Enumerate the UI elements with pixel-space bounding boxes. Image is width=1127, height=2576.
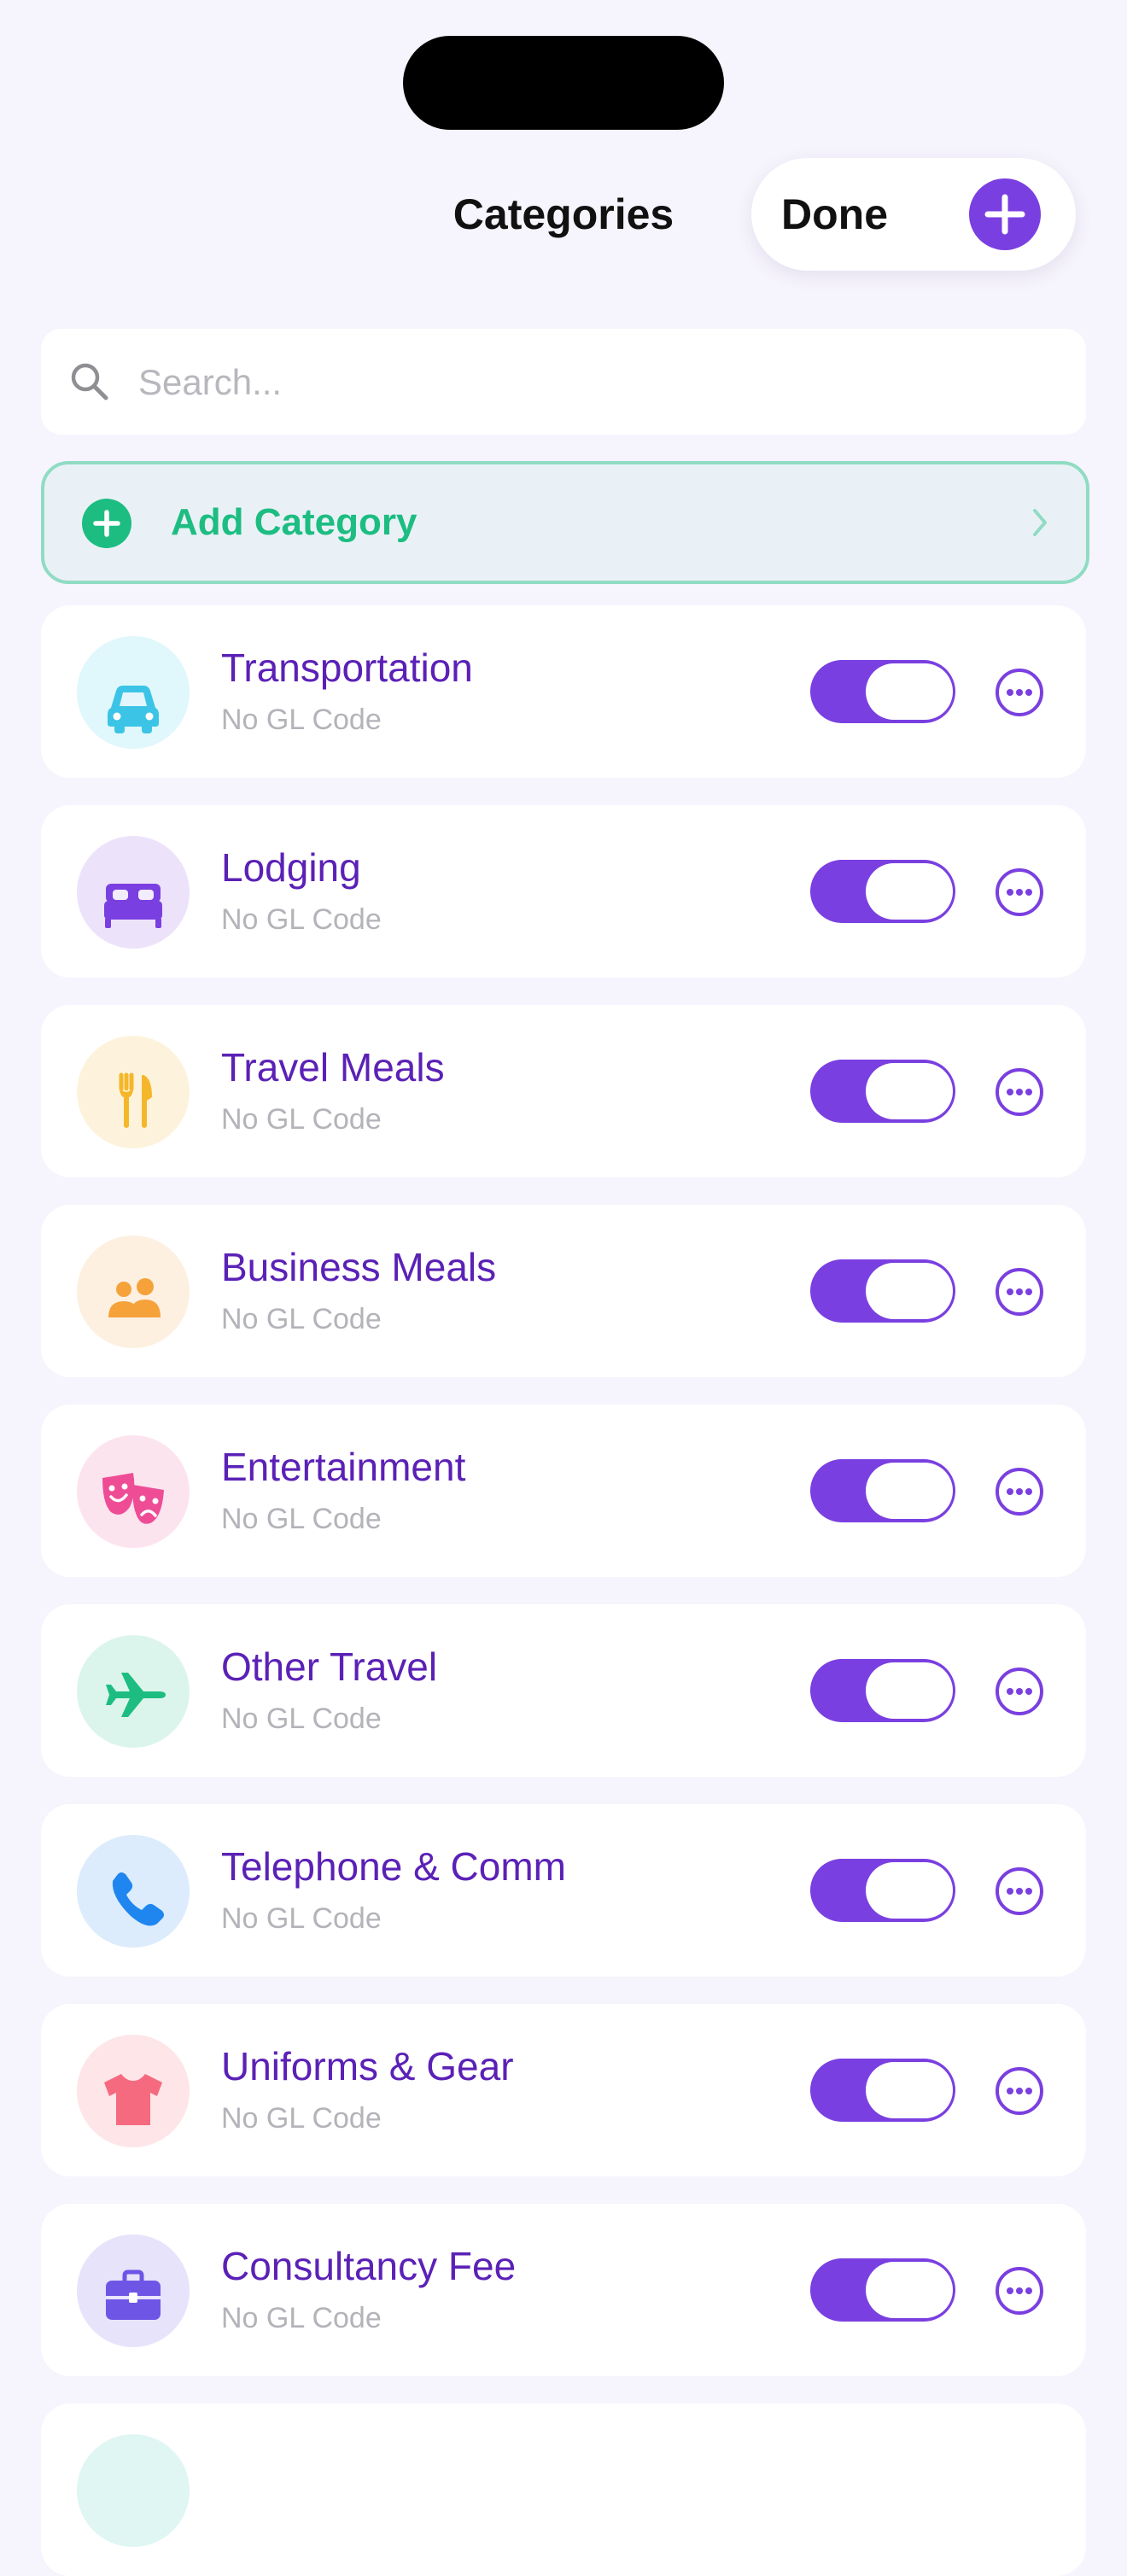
category-icon-badge xyxy=(77,836,190,949)
category-row[interactable] xyxy=(41,2404,1086,2576)
dynamic-island xyxy=(403,36,724,130)
more-options-icon[interactable] xyxy=(994,1866,1045,1917)
category-row[interactable]: Business Meals No GL Code xyxy=(41,1205,1086,1377)
plus-icon xyxy=(984,194,1025,235)
more-options-icon[interactable] xyxy=(994,2065,1045,2117)
toggle-knob xyxy=(866,1862,953,1919)
done-button[interactable]: Done xyxy=(781,184,888,244)
category-name: Telephone & Comm xyxy=(221,1844,566,1889)
search-input[interactable] xyxy=(137,348,1062,418)
category-name: Travel Meals xyxy=(221,1045,445,1089)
category-enabled-toggle[interactable] xyxy=(810,1459,955,1522)
add-button[interactable] xyxy=(969,178,1041,250)
category-enabled-toggle[interactable] xyxy=(810,660,955,723)
category-name: Transportation xyxy=(221,645,473,690)
toggle-knob xyxy=(866,1063,953,1119)
add-category-label: Add Category xyxy=(171,501,418,543)
category-icon-badge xyxy=(77,1835,190,1948)
category-icon-badge xyxy=(77,2035,190,2147)
category-icon-badge xyxy=(77,2234,190,2347)
more-options-icon[interactable] xyxy=(994,2265,1045,2316)
category-icon-badge xyxy=(77,2434,190,2547)
category-name: Business Meals xyxy=(221,1245,497,1289)
category-icon-badge xyxy=(77,636,190,749)
gl-code-label: No GL Code xyxy=(221,1902,382,1935)
category-enabled-toggle[interactable] xyxy=(810,860,955,923)
gl-code-label: No GL Code xyxy=(221,704,382,736)
toggle-knob xyxy=(866,1463,953,1519)
category-icon-badge xyxy=(77,1036,190,1148)
toggle-knob xyxy=(866,2262,953,2318)
search-icon xyxy=(71,363,108,400)
gl-code-label: No GL Code xyxy=(221,1703,382,1735)
airplane-icon xyxy=(106,1673,166,1717)
category-row[interactable]: Entertainment No GL Code xyxy=(41,1405,1086,1577)
people-icon xyxy=(108,1278,161,1317)
more-options-icon[interactable] xyxy=(994,667,1045,718)
more-options-icon[interactable] xyxy=(994,1066,1045,1118)
gl-code-label: No GL Code xyxy=(221,2102,382,2135)
more-options-icon[interactable] xyxy=(994,867,1045,918)
toggle-knob xyxy=(866,663,953,720)
category-enabled-toggle[interactable] xyxy=(810,1659,955,1722)
category-row[interactable]: Travel Meals No GL Code xyxy=(41,1005,1086,1177)
category-name: Lodging xyxy=(221,845,361,890)
category-icon-badge xyxy=(77,1435,190,1548)
add-category-button[interactable]: Add Category xyxy=(41,461,1089,584)
chevron-right-icon xyxy=(1033,509,1047,536)
category-name: Uniforms & Gear xyxy=(221,2044,514,2088)
category-enabled-toggle[interactable] xyxy=(810,2258,955,2322)
briefcase-icon xyxy=(106,2269,161,2320)
toggle-knob xyxy=(866,1662,953,1719)
car-icon xyxy=(108,686,159,733)
category-enabled-toggle[interactable] xyxy=(810,2059,955,2122)
gl-code-label: No GL Code xyxy=(221,1303,382,1335)
plus-circle-icon xyxy=(82,499,131,548)
category-icon-badge xyxy=(77,1635,190,1748)
fork-knife-icon xyxy=(119,1072,152,1128)
toggle-knob xyxy=(866,1263,953,1319)
toggle-knob xyxy=(866,863,953,920)
category-enabled-toggle[interactable] xyxy=(810,1060,955,1123)
category-row[interactable]: Telephone & Comm No GL Code xyxy=(41,1804,1086,1977)
category-row[interactable]: Transportation No GL Code xyxy=(41,605,1086,778)
category-row[interactable]: Other Travel No GL Code xyxy=(41,1604,1086,1777)
more-options-icon[interactable] xyxy=(994,1266,1045,1317)
bed-icon xyxy=(104,884,162,928)
more-options-icon[interactable] xyxy=(994,1466,1045,1517)
gl-code-label: No GL Code xyxy=(221,2302,382,2334)
category-row[interactable]: Lodging No GL Code xyxy=(41,805,1086,978)
category-enabled-toggle[interactable] xyxy=(810,1859,955,1922)
gl-code-label: No GL Code xyxy=(221,1503,382,1535)
toggle-knob xyxy=(866,2062,953,2118)
tshirt-icon xyxy=(104,2074,162,2125)
phone-icon xyxy=(112,1872,164,1926)
more-options-icon[interactable] xyxy=(994,1666,1045,1717)
gl-code-label: No GL Code xyxy=(221,903,382,936)
category-name: Entertainment xyxy=(221,1445,466,1489)
category-name: Consultancy Fee xyxy=(221,2244,517,2288)
category-name: Other Travel xyxy=(221,1644,438,1689)
category-icon-badge xyxy=(77,1235,190,1348)
category-row[interactable]: Consultancy Fee No GL Code xyxy=(41,2204,1086,2376)
search-bar[interactable] xyxy=(41,329,1086,435)
category-enabled-toggle[interactable] xyxy=(810,1259,955,1323)
gl-code-label: No GL Code xyxy=(221,1103,382,1136)
theater-masks-icon xyxy=(102,1473,164,1524)
category-row[interactable]: Uniforms & Gear No GL Code xyxy=(41,2004,1086,2176)
